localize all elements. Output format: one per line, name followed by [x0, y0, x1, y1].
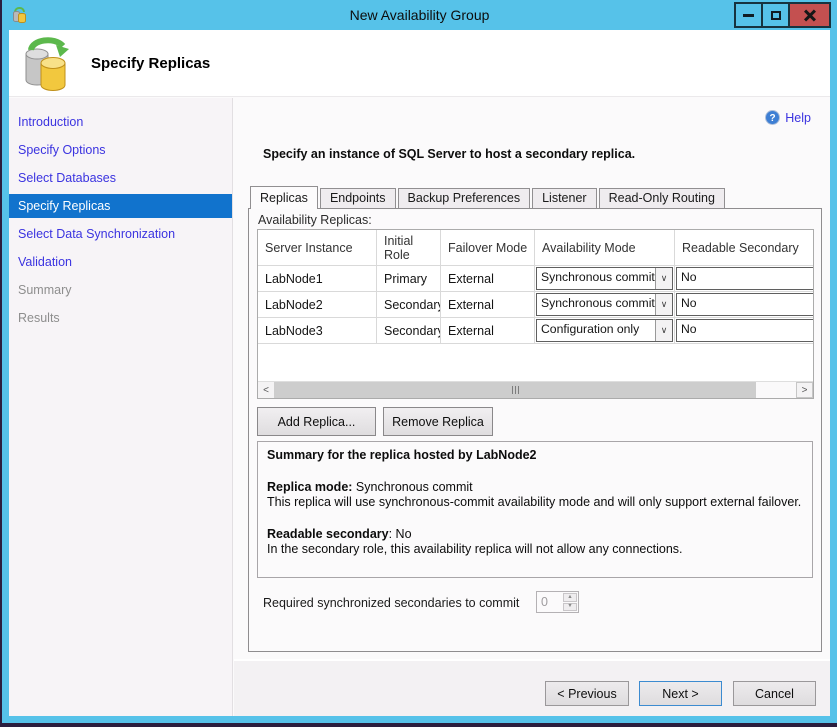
horizontal-scrollbar[interactable]: < >: [258, 381, 813, 398]
required-secondaries-label: Required synchronized secondaries to com…: [263, 596, 519, 610]
stepper-up-icon[interactable]: ▲: [563, 593, 577, 602]
page-content: ? Help Specify an instance of SQL Server…: [234, 98, 830, 659]
availability-replicas-label: Availability Replicas:: [258, 213, 372, 227]
window-title: New Availability Group: [2, 0, 837, 30]
thumb-grip-icon: [515, 386, 516, 394]
add-replica-button[interactable]: Add Replica...: [257, 407, 376, 436]
replicas-tab-page: Availability Replicas: Server Instance I…: [248, 208, 822, 652]
main-panel: ? Help Specify an instance of SQL Server…: [234, 98, 830, 716]
readable-secondary-dropdown[interactable]: No: [676, 293, 814, 316]
col-header-availability-mode: Availability Mode: [535, 230, 675, 265]
window-controls: [736, 2, 831, 28]
sidebar-item-data-sync[interactable]: Select Data Synchronization: [9, 222, 232, 246]
scroll-right-button[interactable]: >: [796, 382, 813, 398]
sidebar-item-results: Results: [9, 306, 232, 330]
scrollbar-thumb[interactable]: [274, 382, 756, 398]
chevron-down-icon[interactable]: ∨: [655, 268, 672, 289]
title-bar: New Availability Group: [2, 0, 837, 30]
replica-tab-control: Replicas Endpoints Backup Preferences Li…: [248, 185, 822, 652]
tab-endpoints[interactable]: Endpoints: [320, 188, 396, 208]
maximize-icon: [771, 11, 781, 20]
tab-listener[interactable]: Listener: [532, 188, 596, 208]
sidebar-item-specify-replicas[interactable]: Specify Replicas: [9, 194, 232, 218]
replicas-database-icon: [22, 37, 74, 91]
grid-empty-area: [258, 344, 813, 381]
scroll-left-button[interactable]: <: [258, 382, 274, 398]
close-button[interactable]: [788, 2, 831, 28]
col-header-readable-secondary: Readable Secondary: [675, 230, 814, 265]
page-title: Specify Replicas: [91, 55, 210, 72]
availability-mode-dropdown[interactable]: Configuration only ∨: [536, 319, 673, 342]
wizard-steps-sidebar: Introduction Specify Options Select Data…: [9, 98, 233, 716]
table-row[interactable]: LabNode3 Secondary External Configuratio…: [258, 318, 813, 344]
thumb-grip-icon: [518, 386, 519, 394]
svg-text:?: ?: [770, 113, 776, 124]
readable-secondary-line: Readable secondary: No: [267, 527, 803, 543]
cancel-button[interactable]: Cancel: [733, 681, 816, 706]
maximize-button[interactable]: [761, 2, 790, 28]
wizard-header: Specify Replicas: [9, 30, 830, 97]
col-header-server-instance: Server Instance: [258, 230, 377, 265]
cell-server-instance: LabNode2: [258, 292, 377, 317]
instruction-text: Specify an instance of SQL Server to hos…: [263, 147, 635, 161]
table-row[interactable]: LabNode1 Primary External Synchronous co…: [258, 266, 813, 292]
cell-initial-role: Primary: [377, 266, 441, 291]
stepper-down-icon[interactable]: ▼: [563, 603, 577, 612]
sidebar-item-introduction[interactable]: Introduction: [9, 110, 232, 134]
scrollbar-track[interactable]: [756, 382, 796, 398]
wizard-window: New Availability Group Specify Replicas …: [2, 0, 837, 723]
replica-mode-line: Replica mode: Synchronous commit: [267, 480, 803, 496]
availability-mode-dropdown[interactable]: Synchronous commit ∨: [536, 267, 673, 290]
sidebar-item-specify-options[interactable]: Specify Options: [9, 138, 232, 162]
table-row[interactable]: LabNode2 Secondary External Synchronous …: [258, 292, 813, 318]
readable-secondary-dropdown[interactable]: No: [676, 267, 814, 290]
stepper-value: 0: [537, 592, 562, 612]
readable-secondary-dropdown[interactable]: No: [676, 319, 814, 342]
tab-strip: Replicas Endpoints Backup Preferences Li…: [248, 185, 822, 208]
chevron-down-icon[interactable]: ∨: [655, 320, 672, 341]
stepper-buttons: ▲ ▼: [562, 592, 578, 612]
cell-failover-mode: External: [441, 292, 535, 317]
col-header-initial-role: Initial Role: [377, 230, 441, 265]
cell-failover-mode: External: [441, 266, 535, 291]
minimize-button[interactable]: [734, 2, 763, 28]
minimize-icon: [743, 14, 754, 17]
tab-replicas[interactable]: Replicas: [250, 186, 318, 209]
thumb-grip-icon: [512, 386, 513, 394]
replica-mode-description: This replica will use synchronous-commit…: [267, 495, 803, 511]
wizard-footer: < Previous Next > Cancel: [234, 659, 830, 716]
cell-initial-role: Secondary: [377, 292, 441, 317]
previous-button[interactable]: < Previous: [545, 681, 629, 706]
grid-header-row: Server Instance Initial Role Failover Mo…: [258, 230, 813, 266]
next-button[interactable]: Next >: [639, 681, 722, 706]
col-header-failover-mode: Failover Mode: [441, 230, 535, 265]
window-body: Specify Replicas Introduction Specify Op…: [9, 30, 830, 716]
tab-backup-preferences[interactable]: Backup Preferences: [398, 188, 531, 208]
sidebar-item-summary: Summary: [9, 278, 232, 302]
replica-summary-box: Summary for the replica hosted by LabNod…: [257, 441, 813, 578]
close-icon: [803, 9, 817, 21]
help-label: Help: [785, 111, 811, 125]
summary-title: Summary for the replica hosted by LabNod…: [267, 448, 803, 464]
availability-replicas-grid: Server Instance Initial Role Failover Mo…: [257, 229, 814, 399]
tab-read-only-routing[interactable]: Read-Only Routing: [599, 188, 725, 208]
chevron-down-icon[interactable]: ∨: [655, 294, 672, 315]
availability-mode-dropdown[interactable]: Synchronous commit ∨: [536, 293, 673, 316]
remove-replica-button[interactable]: Remove Replica: [383, 407, 493, 436]
cell-server-instance: LabNode3: [258, 318, 377, 343]
required-secondaries-stepper[interactable]: 0 ▲ ▼: [536, 591, 579, 613]
help-icon: ?: [765, 110, 780, 125]
sidebar-item-select-databases[interactable]: Select Databases: [9, 166, 232, 190]
help-link[interactable]: ? Help: [765, 110, 811, 125]
readable-secondary-description: In the secondary role, this availability…: [267, 542, 803, 558]
cell-initial-role: Secondary: [377, 318, 441, 343]
sidebar-item-validation[interactable]: Validation: [9, 250, 232, 274]
cell-failover-mode: External: [441, 318, 535, 343]
cell-server-instance: LabNode1: [258, 266, 377, 291]
